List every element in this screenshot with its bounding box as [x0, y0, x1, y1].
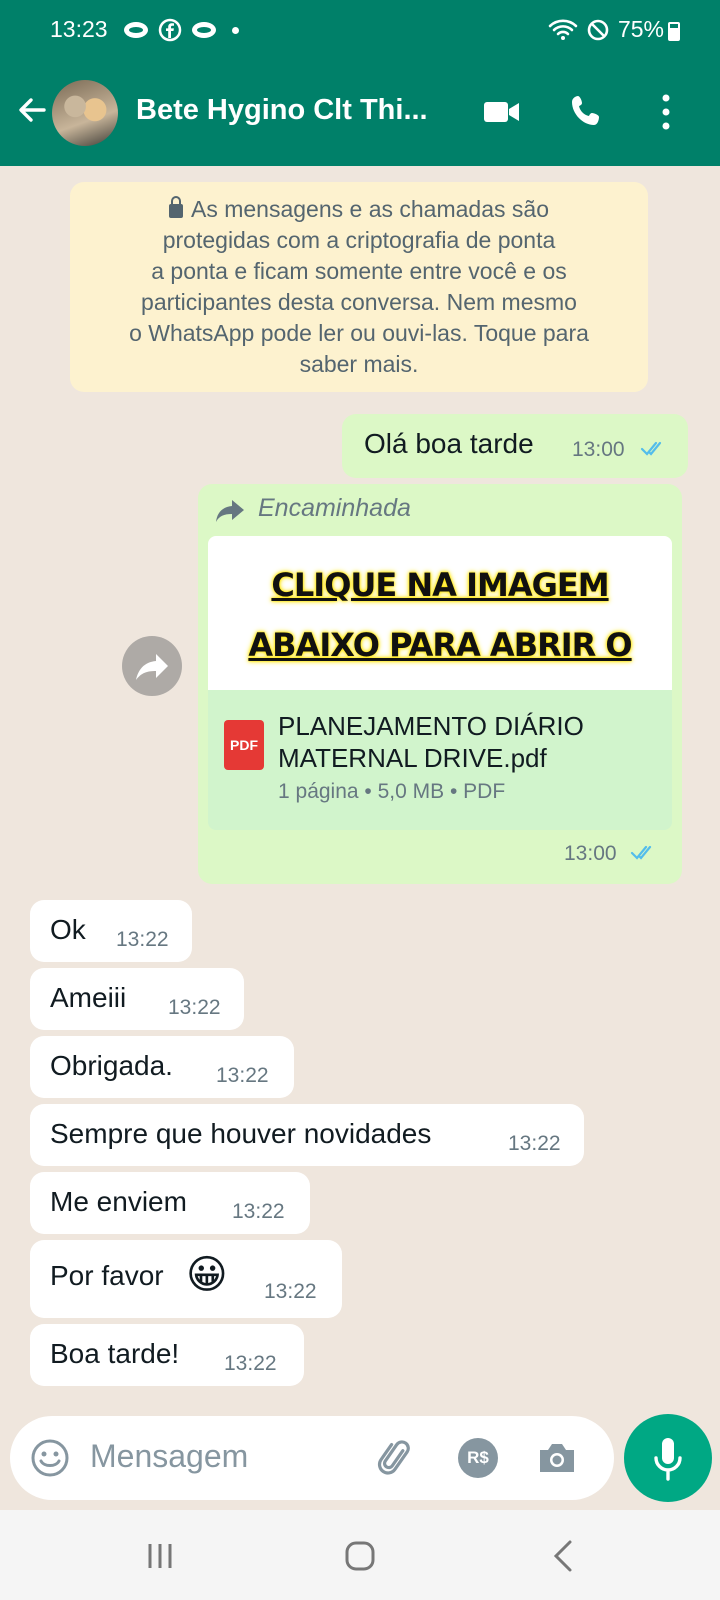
attach-icon[interactable]: [374, 1436, 418, 1480]
message-time: 13:22: [116, 928, 169, 951]
message-text: Obrigada.: [50, 1050, 173, 1081]
system-navigation-bar: [0, 1510, 720, 1600]
encryption-line-5: o WhatsApp pode ler ou ouvi-las. Toque p…: [129, 320, 589, 346]
incoming-message[interactable]: Ok 13:22: [30, 900, 192, 962]
message-time: 13:22: [168, 996, 221, 1019]
message-input[interactable]: Mensagem: [90, 1438, 248, 1475]
document-meta: 1 página • 5,0 MB • PDF: [278, 780, 506, 803]
chat-notification-icon-2: [192, 22, 216, 38]
message-text: Ok: [50, 914, 86, 945]
encryption-notice[interactable]: As mensagens e as chamadas são protegida…: [70, 182, 648, 392]
pdf-icon: PDF: [224, 720, 264, 770]
avatar[interactable]: [52, 80, 118, 146]
payment-icon[interactable]: R$: [458, 1438, 498, 1478]
encryption-line-3: a ponta e ficam somente entre você e os: [151, 258, 567, 284]
status-right: 75%: [548, 16, 664, 43]
forwarded-arrow-icon: [216, 500, 244, 522]
forwarded-label: Encaminhada: [258, 494, 411, 522]
message-time: 13:22: [224, 1352, 277, 1375]
message-time: 13:22: [264, 1280, 317, 1303]
read-ticks-icon: [640, 441, 662, 456]
grinning-emoji: 😀: [186, 1253, 228, 1297]
recent-apps-icon[interactable]: [140, 1536, 180, 1576]
encryption-line-2: protegidas com a criptografia de ponta: [162, 227, 556, 253]
video-call-icon[interactable]: [480, 90, 524, 134]
facebook-icon: [158, 18, 182, 42]
encryption-line-6: saber mais.: [299, 351, 419, 377]
message-time: 13:22: [232, 1200, 285, 1223]
message-composer[interactable]: Mensagem R$: [10, 1416, 614, 1500]
forwarded-document-message[interactable]: Encaminhada CLIQUE NA IMAGEM ABAIXO PARA…: [198, 484, 682, 884]
forward-button[interactable]: [122, 636, 182, 696]
document-attachment[interactable]: PDF PLANEJAMENTO DIÁRIO MATERNAL DRIVE.p…: [208, 690, 672, 830]
document-name: PLANEJAMENTO DIÁRIO MATERNAL DRIVE.pdf: [278, 710, 584, 774]
read-ticks-icon: [630, 845, 652, 860]
encryption-line-1-text: As mensagens e as chamadas são: [191, 196, 549, 222]
battery-icon: [668, 22, 680, 41]
incoming-message[interactable]: Ameiii 13:22: [30, 968, 244, 1030]
message-time: 13:22: [508, 1132, 561, 1155]
battery-percent: 75%: [617, 16, 664, 42]
message-time: 13:00: [572, 438, 625, 461]
contact-name[interactable]: Bete Hygino Clt Thi...: [136, 94, 456, 127]
message-time: 13:22: [216, 1064, 269, 1087]
chat-notification-icon: [124, 22, 148, 38]
forward-icon: [136, 654, 168, 680]
message-text: Sempre que houver novidades: [50, 1118, 432, 1149]
app-header: 13:23 75% Bete Hygino Clt Thi...: [0, 0, 720, 166]
chat-area[interactable]: As mensagens e as chamadas são protegida…: [0, 166, 720, 1412]
wifi-icon: [548, 19, 578, 40]
status-bar: 13:23 75%: [0, 0, 720, 62]
incoming-message[interactable]: Por favor 😀 13:22: [30, 1240, 342, 1318]
message-text: Boa tarde!: [50, 1338, 180, 1369]
phone-icon[interactable]: [566, 90, 610, 134]
document-preview[interactable]: CLIQUE NA IMAGEM ABAIXO PARA ABRIR O: [208, 536, 672, 690]
message-time: 13:00: [564, 842, 617, 865]
incoming-message[interactable]: Me enviem 13:22: [30, 1172, 310, 1234]
lock-icon: [169, 196, 183, 218]
preview-line-1: CLIQUE NA IMAGEM: [271, 566, 609, 604]
encryption-line-1: As mensagens e as chamadas são: [96, 194, 622, 225]
status-time: 13:23: [50, 16, 108, 42]
do-not-disturb-icon: [587, 19, 609, 40]
document-name-line-1: PLANEJAMENTO DIÁRIO: [278, 711, 584, 741]
mic-icon: [654, 1438, 682, 1481]
notification-icons: [122, 18, 239, 42]
more-vert-icon[interactable]: [644, 90, 688, 134]
preview-line-2: ABAIXO PARA ABRIR O: [248, 626, 632, 664]
incoming-message[interactable]: Obrigada. 13:22: [30, 1036, 294, 1098]
message-text: Me enviem: [50, 1186, 187, 1217]
camera-icon[interactable]: [534, 1436, 580, 1480]
more-notifications-dot: [232, 26, 239, 34]
message-text: Olá boa tarde: [364, 428, 534, 459]
back-arrow-icon[interactable]: [14, 92, 50, 128]
incoming-message[interactable]: Sempre que houver novidades 13:22: [30, 1104, 584, 1166]
emoji-icon[interactable]: [28, 1436, 72, 1480]
voice-message-button[interactable]: [624, 1414, 712, 1502]
document-name-line-2: MATERNAL DRIVE.pdf: [278, 743, 547, 773]
incoming-message[interactable]: Boa tarde! 13:22: [30, 1324, 304, 1386]
outgoing-message[interactable]: Olá boa tarde 13:00: [342, 414, 688, 478]
message-text: Por favor: [50, 1260, 164, 1291]
message-text: Ameiii: [50, 982, 127, 1013]
encryption-line-4: participantes desta conversa. Nem mesmo: [141, 289, 577, 315]
chat-header: Bete Hygino Clt Thi...: [0, 76, 720, 154]
nav-back-icon[interactable]: [544, 1536, 584, 1576]
home-icon[interactable]: [340, 1536, 380, 1576]
